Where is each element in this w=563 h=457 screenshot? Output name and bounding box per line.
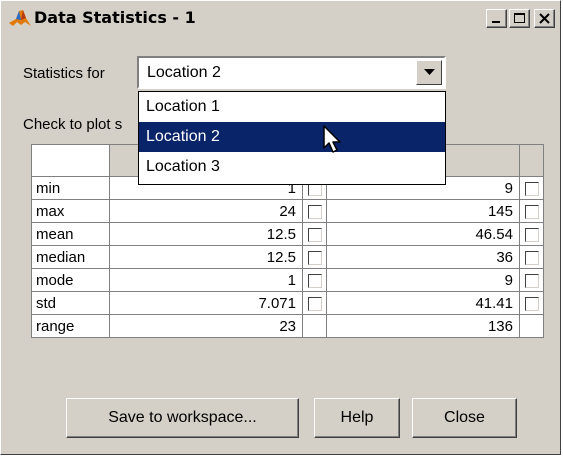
stat-value: 24: [109, 199, 303, 223]
stat-value: 7.071: [109, 291, 303, 315]
stat-name: mode: [31, 268, 110, 292]
plot-checkbox[interactable]: [524, 250, 539, 265]
window-title: Data Statistics - 1: [34, 8, 196, 27]
table-row: mean 12.5 46.54: [31, 222, 544, 246]
plot-checkbox[interactable]: [307, 227, 322, 242]
table-row: median 12.5 36: [31, 245, 544, 269]
empty-cell: [519, 314, 544, 338]
stat-value: 9: [326, 268, 520, 292]
location-dropdown-list: Location 1 Location 2 Location 3: [138, 91, 446, 185]
maximize-button[interactable]: [509, 9, 530, 28]
plot-checkbox[interactable]: [524, 181, 539, 196]
location-select[interactable]: Location 2: [137, 56, 446, 89]
stat-name: std: [31, 291, 110, 315]
table-row: max 24 145: [31, 199, 544, 223]
stat-name: mean: [31, 222, 110, 246]
stat-value: 136: [326, 314, 520, 338]
close-icon: [539, 13, 550, 24]
minimize-icon: [492, 21, 500, 23]
dropdown-option-location-2[interactable]: Location 2: [139, 122, 445, 152]
check-to-plot-label: Check to plot s: [23, 116, 123, 133]
mouse-pointer-icon: [323, 125, 341, 153]
stat-value: 36: [326, 245, 520, 269]
stat-value: 12.5: [109, 245, 303, 269]
save-to-workspace-button[interactable]: Save to workspace...: [66, 398, 299, 438]
statistics-for-label: Statistics for: [23, 65, 105, 82]
help-button[interactable]: Help: [314, 398, 400, 438]
table-row: std 7.071 41.41: [31, 291, 544, 315]
dropdown-arrow-button[interactable]: [416, 60, 442, 85]
plot-checkbox[interactable]: [307, 204, 322, 219]
dropdown-option-location-1[interactable]: Location 1: [139, 92, 445, 122]
stat-value: 23: [109, 314, 303, 338]
stat-name: median: [31, 245, 110, 269]
plot-checkbox[interactable]: [524, 227, 539, 242]
stat-name: max: [31, 199, 110, 223]
maximize-icon: [514, 13, 525, 23]
title-bar[interactable]: Data Statistics - 1: [4, 4, 557, 34]
close-button[interactable]: Close: [412, 398, 517, 438]
stat-value: 12.5: [109, 222, 303, 246]
stat-value: 145: [326, 199, 520, 223]
header-cell: [519, 144, 544, 177]
plot-checkbox[interactable]: [524, 204, 539, 219]
stat-name: range: [31, 314, 110, 338]
location-select-value: Location 2: [147, 64, 221, 81]
plot-checkbox[interactable]: [524, 273, 539, 288]
data-statistics-window: Data Statistics - 1 Statistics for Locat…: [0, 0, 561, 455]
stat-name: min: [31, 176, 110, 200]
stat-value: 46.54: [326, 222, 520, 246]
stat-value: 1: [109, 268, 303, 292]
table-row: mode 1 9: [31, 268, 544, 292]
header-cell: [31, 144, 110, 177]
empty-cell: [302, 314, 327, 338]
chevron-down-icon: [424, 69, 435, 75]
stat-value: 41.41: [326, 291, 520, 315]
minimize-button[interactable]: [486, 9, 507, 28]
matlab-icon: [9, 10, 31, 26]
plot-checkbox[interactable]: [524, 296, 539, 311]
plot-checkbox[interactable]: [307, 250, 322, 265]
table-row: range 23 136: [31, 314, 544, 338]
plot-checkbox[interactable]: [307, 296, 322, 311]
dropdown-option-location-3[interactable]: Location 3: [139, 152, 445, 182]
plot-checkbox[interactable]: [307, 273, 322, 288]
close-window-button[interactable]: [534, 9, 555, 28]
